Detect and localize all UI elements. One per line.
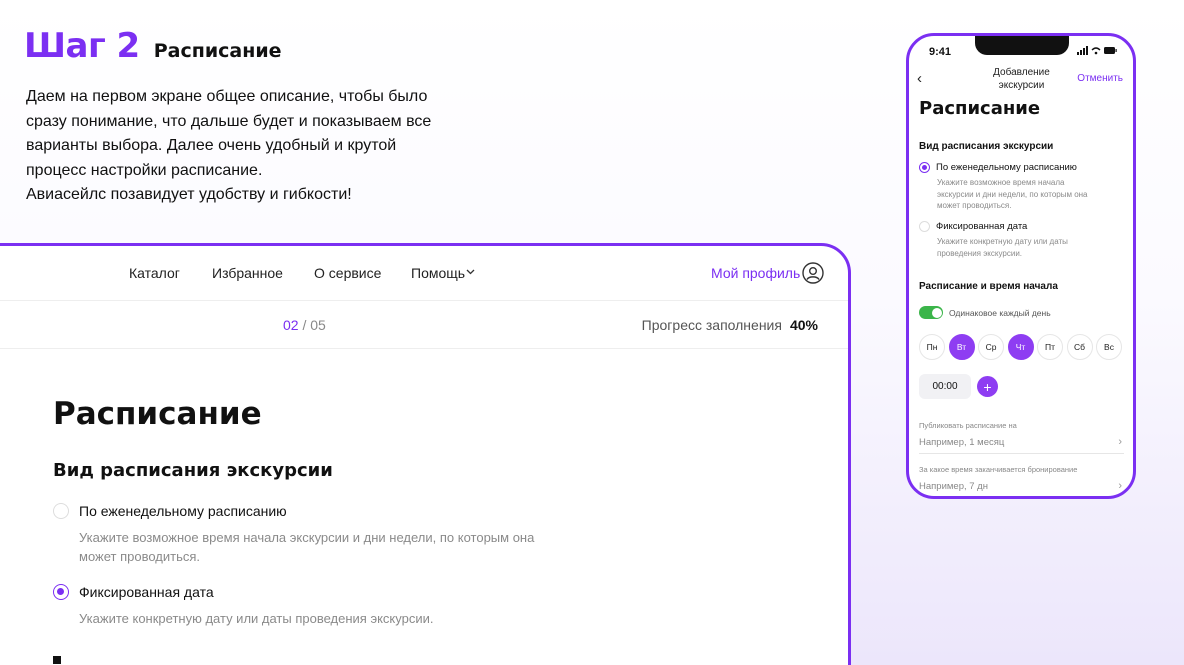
phone-section-title: Вид расписания экскурсии bbox=[919, 141, 1054, 152]
status-icons bbox=[1077, 46, 1117, 57]
hint-line: экскурсии и дни недели, по которым она bbox=[937, 189, 1088, 199]
weekday-picker: Пн Вт Ср Чт Пт Сб Вс bbox=[919, 334, 1122, 360]
hint-line: может проводиться. bbox=[937, 201, 1012, 210]
top-nav: Каталог Избранное О сервисе Помощь Мой п… bbox=[0, 246, 848, 301]
day-sun[interactable]: Вс bbox=[1096, 334, 1122, 360]
option-label: По еженедельному расписанию bbox=[79, 503, 287, 519]
page-title: Расписание bbox=[53, 396, 262, 432]
day-tue[interactable]: Вт bbox=[948, 334, 975, 360]
slide-title: Шаг 2 Расписание bbox=[24, 26, 282, 66]
toggle-label: Одинаковое каждый день bbox=[949, 307, 1051, 318]
phone-notch bbox=[975, 36, 1069, 55]
add-time-button[interactable]: + bbox=[977, 376, 998, 397]
description-line: Даем на первом экране общее описание, чт… bbox=[26, 88, 428, 105]
hint-line: Укажите конкретную дату или даты проведе… bbox=[79, 611, 434, 626]
booking-deadline-field[interactable]: Например, 7 дн › bbox=[919, 476, 1124, 496]
desktop-mockup: Каталог Избранное О сервисе Помощь Мой п… bbox=[0, 243, 851, 665]
option-fixed-date[interactable]: Фиксированная дата bbox=[53, 584, 214, 600]
phone-option-hint: Укажите конкретную дату или даты проведе… bbox=[937, 236, 1122, 259]
option-label: Фиксированная дата bbox=[936, 221, 1028, 232]
chevron-right-icon: › bbox=[1118, 436, 1122, 448]
day-fri[interactable]: Пт bbox=[1037, 334, 1063, 360]
profile-link[interactable]: Мой профиль bbox=[711, 265, 800, 281]
hint-line: Укажите возможное время начала экскурсии… bbox=[79, 530, 535, 545]
day-wed[interactable]: Ср bbox=[978, 334, 1004, 360]
progress-label: Прогресс заполнения 40% bbox=[642, 317, 818, 333]
publish-label: Публиковать расписание на bbox=[919, 421, 1017, 430]
publish-placeholder: Например, 1 месяц bbox=[919, 437, 1005, 448]
chevron-down-icon[interactable] bbox=[466, 269, 475, 275]
phone-option-fixed-date[interactable]: Фиксированная дата bbox=[919, 221, 1027, 232]
option-hint: Укажите конкретную дату или даты проведе… bbox=[79, 609, 579, 628]
radio-fixed-date[interactable] bbox=[53, 584, 69, 600]
cancel-button[interactable]: Отменить bbox=[1077, 73, 1123, 84]
step-number: Шаг 2 bbox=[24, 26, 140, 66]
step-name: Расписание bbox=[153, 40, 282, 62]
hint-line: Укажите возможное время начала bbox=[937, 178, 1065, 187]
radio-weekly[interactable] bbox=[53, 503, 69, 519]
progress-text: Прогресс заполнения bbox=[641, 317, 782, 333]
start-time-chip[interactable]: 00:00 bbox=[919, 374, 971, 399]
nav-help[interactable]: Помощь bbox=[411, 265, 465, 281]
step-counter: 02 / 05 bbox=[283, 317, 326, 333]
signal-wifi-battery-icon bbox=[1077, 46, 1117, 55]
status-time: 9:41 bbox=[929, 46, 952, 58]
day-thu[interactable]: Чт bbox=[1007, 334, 1034, 360]
booking-label: За какое время заканчивается бронировани… bbox=[919, 465, 1078, 474]
phone-mockup: 9:41 ‹ Добавление экскурсии Отменить Рас… bbox=[906, 33, 1136, 499]
phone-option-weekly[interactable]: По еженедельному расписанию bbox=[919, 162, 1077, 173]
user-icon[interactable] bbox=[802, 262, 824, 284]
current-step: 02 bbox=[283, 317, 299, 333]
option-label: По еженедельному расписанию bbox=[936, 162, 1077, 173]
description-line: сразу понимание, что дальше будет и пока… bbox=[26, 112, 432, 130]
phone-header-title: Добавление экскурсии bbox=[959, 67, 1084, 92]
same-every-day-row[interactable]: Одинаковое каждый день bbox=[919, 306, 1051, 319]
step-description: Даем на первом экране общее описание, чт… bbox=[26, 85, 466, 208]
description-line: варианты выбора. Далее очень удобный и к… bbox=[26, 137, 397, 154]
back-icon[interactable]: ‹ bbox=[917, 70, 922, 87]
phone-option-hint: Укажите возможное время начала экскурсии… bbox=[937, 177, 1122, 212]
nav-about[interactable]: О сервисе bbox=[314, 265, 381, 281]
progress-row: 02 / 05 Прогресс заполнения 40% bbox=[0, 301, 848, 349]
header-line: экскурсии bbox=[998, 79, 1045, 91]
same-every-day-toggle[interactable] bbox=[919, 306, 943, 319]
phone-radio-weekly[interactable] bbox=[919, 162, 930, 173]
phone-page-title: Расписание bbox=[919, 98, 1041, 119]
publish-period-field[interactable]: Например, 1 месяц › bbox=[919, 432, 1124, 454]
header-line: Добавление bbox=[993, 67, 1050, 78]
option-weekly[interactable]: По еженедельному расписанию bbox=[53, 503, 287, 519]
section-title: Вид расписания экскурсии bbox=[53, 460, 333, 481]
nav-favorites[interactable]: Избранное bbox=[212, 265, 283, 281]
nav-catalog[interactable]: Каталог bbox=[129, 265, 180, 281]
description-line: Авиасейлс позавидует удобству и гибкости… bbox=[26, 186, 352, 203]
day-mon[interactable]: Пн bbox=[919, 334, 945, 360]
truncated-text bbox=[53, 656, 61, 664]
chevron-right-icon: › bbox=[1118, 480, 1122, 492]
option-label: Фиксированная дата bbox=[79, 584, 214, 600]
phone-radio-fixed-date[interactable] bbox=[919, 221, 930, 232]
option-hint: Укажите возможное время начала экскурсии… bbox=[79, 528, 579, 566]
description-line: процесс настройки расписание. bbox=[26, 161, 263, 179]
hint-line: проведения экскурсии. bbox=[937, 248, 1023, 258]
progress-value: 40% bbox=[789, 317, 818, 333]
schedule-title: Расписание и время начала bbox=[919, 281, 1058, 292]
day-sat[interactable]: Сб bbox=[1066, 334, 1093, 360]
hint-line: может проводиться. bbox=[79, 549, 201, 564]
booking-placeholder: Например, 7 дн bbox=[919, 481, 988, 492]
hint-line: Укажите конкретную дату или даты bbox=[937, 237, 1068, 246]
total-steps: / 05 bbox=[302, 317, 326, 333]
